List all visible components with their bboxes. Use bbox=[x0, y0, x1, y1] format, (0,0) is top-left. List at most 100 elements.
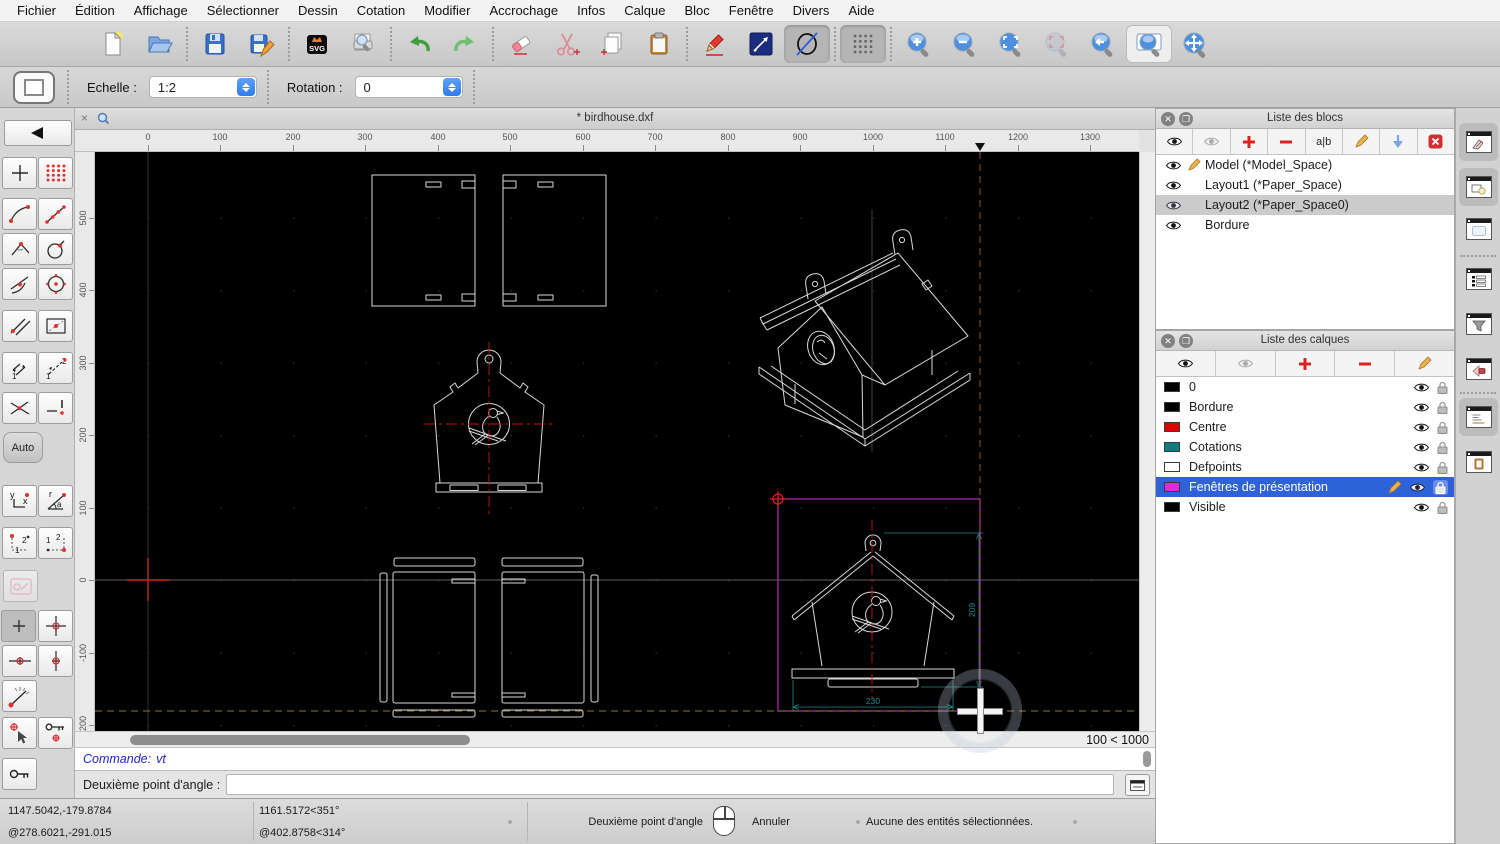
zoom-in-button[interactable] bbox=[896, 25, 942, 63]
dock-clipboard-button[interactable] bbox=[1459, 443, 1498, 481]
layer-remove-button[interactable] bbox=[1335, 351, 1396, 376]
layer-lock-icon[interactable] bbox=[1437, 401, 1448, 414]
layer-lock-icon[interactable] bbox=[1435, 481, 1446, 494]
cut-button[interactable] bbox=[544, 25, 590, 63]
coordinate-cartesian-button[interactable]: yx bbox=[2, 485, 37, 517]
layer-visibility-eye-icon[interactable] bbox=[1413, 422, 1430, 433]
layer-visibility-eye-icon[interactable] bbox=[1413, 382, 1430, 393]
snap-free-button[interactable] bbox=[2, 157, 37, 189]
command-input[interactable] bbox=[226, 774, 1115, 795]
menu-item-aide[interactable]: Aide bbox=[848, 3, 874, 18]
paste-button[interactable] bbox=[636, 25, 682, 63]
layer-lock-icon[interactable] bbox=[1437, 501, 1448, 514]
angle-gauge-button[interactable] bbox=[2, 680, 37, 712]
layer-color-swatch[interactable] bbox=[1164, 382, 1180, 392]
svg-export-button[interactable]: SVG bbox=[294, 25, 340, 63]
ellipse-tool-button[interactable] bbox=[784, 25, 830, 63]
layer-visibility-eye-icon[interactable] bbox=[1409, 482, 1426, 493]
restrict-vertical-button[interactable]: 12 bbox=[38, 352, 73, 384]
layer-row-centre[interactable]: Centre bbox=[1156, 417, 1454, 437]
corner-sequence-b-button[interactable]: 12 bbox=[38, 527, 73, 559]
snap-grid-button[interactable] bbox=[38, 157, 73, 189]
block-edit-button[interactable] bbox=[1343, 129, 1381, 154]
layer-row-visible[interactable]: Visible bbox=[1156, 497, 1454, 517]
layer-row-fenetres-selected[interactable]: Fenêtres de présentation bbox=[1156, 477, 1454, 497]
layer-row-0[interactable]: 0 bbox=[1156, 377, 1454, 397]
crosshair-circle-button[interactable] bbox=[38, 610, 73, 642]
layer-color-swatch[interactable] bbox=[1164, 442, 1180, 452]
layer-lock-icon[interactable] bbox=[1437, 381, 1448, 394]
undo-button[interactable] bbox=[396, 25, 442, 63]
block-insert-button[interactable] bbox=[1380, 129, 1418, 154]
block-row-bordure[interactable]: Bordure bbox=[1156, 215, 1454, 235]
dock-entity-list-button[interactable] bbox=[1459, 260, 1498, 298]
snap-endpoint-button[interactable] bbox=[2, 198, 37, 230]
layer-color-swatch[interactable] bbox=[1164, 402, 1180, 412]
menu-item-cotation[interactable]: Cotation bbox=[357, 3, 405, 18]
menu-item-accrochage[interactable]: Accrochage bbox=[489, 3, 558, 18]
dock-library-button[interactable] bbox=[1459, 210, 1498, 248]
coordinate-polar-button[interactable]: ra bbox=[38, 485, 73, 517]
history-scrollbar-thumb[interactable] bbox=[1143, 751, 1151, 767]
block-delete-button[interactable] bbox=[1418, 129, 1454, 154]
lock-zero-button[interactable] bbox=[2, 758, 37, 790]
vertical-scrollbar[interactable] bbox=[1139, 152, 1155, 731]
layer-edit-button[interactable] bbox=[1395, 351, 1454, 376]
layer-row-defpoints[interactable]: Defpoints bbox=[1156, 457, 1454, 477]
dock-filter-button[interactable] bbox=[1459, 305, 1498, 343]
new-file-button[interactable] bbox=[90, 25, 136, 63]
block-add-button[interactable] bbox=[1231, 129, 1269, 154]
layer-add-button[interactable] bbox=[1276, 351, 1336, 376]
snap-indicator-button[interactable] bbox=[2, 717, 37, 749]
menu-item-affichage[interactable]: Affichage bbox=[134, 3, 188, 18]
snap-perpendicular-button[interactable] bbox=[2, 233, 37, 265]
layer-visibility-eye-icon[interactable] bbox=[1413, 402, 1430, 413]
copy-button[interactable] bbox=[590, 25, 636, 63]
dock-notifications-button[interactable] bbox=[1459, 350, 1498, 388]
block-rename-button[interactable]: a|b bbox=[1306, 129, 1343, 154]
zoom-out-button[interactable] bbox=[942, 25, 988, 63]
print-preview-button[interactable] bbox=[340, 25, 386, 63]
corner-sequence-a-button[interactable]: 12 bbox=[2, 527, 37, 559]
lock-relative-zero-button[interactable] bbox=[38, 717, 73, 749]
block-show-button[interactable] bbox=[1156, 129, 1194, 154]
menu-item-divers[interactable]: Divers bbox=[793, 3, 830, 18]
eye-icon[interactable] bbox=[1165, 180, 1182, 191]
snap-preview-button[interactable] bbox=[3, 570, 38, 602]
dock-tool-options-button[interactable] bbox=[1459, 123, 1498, 161]
scale-combobox[interactable]: 1:2 bbox=[148, 76, 257, 98]
snap-intersection-button[interactable] bbox=[2, 392, 37, 424]
zoom-previous-button[interactable] bbox=[1080, 25, 1126, 63]
snap-auto-button[interactable]: Auto bbox=[3, 432, 43, 463]
rotation-combobox[interactable]: 0 bbox=[354, 76, 463, 98]
layer-visibility-eye-icon[interactable] bbox=[1413, 502, 1430, 513]
restrict-horizontal-button[interactable]: 1 bbox=[2, 352, 37, 384]
snap-on-entity-button[interactable] bbox=[38, 198, 73, 230]
block-row-layout1[interactable]: Layout1 (*Paper_Space) bbox=[1156, 175, 1454, 195]
block-hide-button[interactable] bbox=[1193, 129, 1231, 154]
save-button[interactable] bbox=[192, 25, 238, 63]
delete-button[interactable] bbox=[498, 25, 544, 63]
drawing-canvas[interactable]: 209 230 bbox=[95, 152, 1139, 731]
menu-item-selectionner[interactable]: Sélectionner bbox=[207, 3, 279, 18]
dock-command-line-button[interactable] bbox=[1459, 398, 1498, 436]
layer-row-cotations[interactable]: Cotations bbox=[1156, 437, 1454, 457]
scale-stepper[interactable] bbox=[236, 78, 255, 96]
layer-color-swatch[interactable] bbox=[1164, 482, 1180, 492]
menu-item-dessin[interactable]: Dessin bbox=[298, 3, 338, 18]
layer-lock-icon[interactable] bbox=[1437, 421, 1448, 434]
menu-item-infos[interactable]: Infos bbox=[577, 3, 605, 18]
menu-item-fichier[interactable]: Fichier bbox=[17, 3, 56, 18]
horizontal-scrollbar[interactable]: 100 < 1000 bbox=[75, 731, 1155, 748]
menu-item-edition[interactable]: Édition bbox=[75, 3, 115, 18]
zoom-selection-button[interactable] bbox=[1034, 25, 1080, 63]
open-file-button[interactable] bbox=[136, 25, 182, 63]
zoom-window-button[interactable] bbox=[1126, 25, 1172, 63]
crosshair-horizontal-button[interactable] bbox=[2, 645, 37, 677]
crosshair-plain-button[interactable] bbox=[1, 610, 36, 642]
snap-reference-button[interactable] bbox=[38, 310, 73, 342]
block-row-layout2-selected[interactable]: Layout2 (*Paper_Space0) bbox=[1156, 195, 1454, 215]
layer-edit-pencil-icon[interactable] bbox=[1387, 479, 1402, 495]
layer-color-swatch[interactable] bbox=[1164, 422, 1180, 432]
scrollbar-thumb[interactable] bbox=[130, 735, 470, 745]
